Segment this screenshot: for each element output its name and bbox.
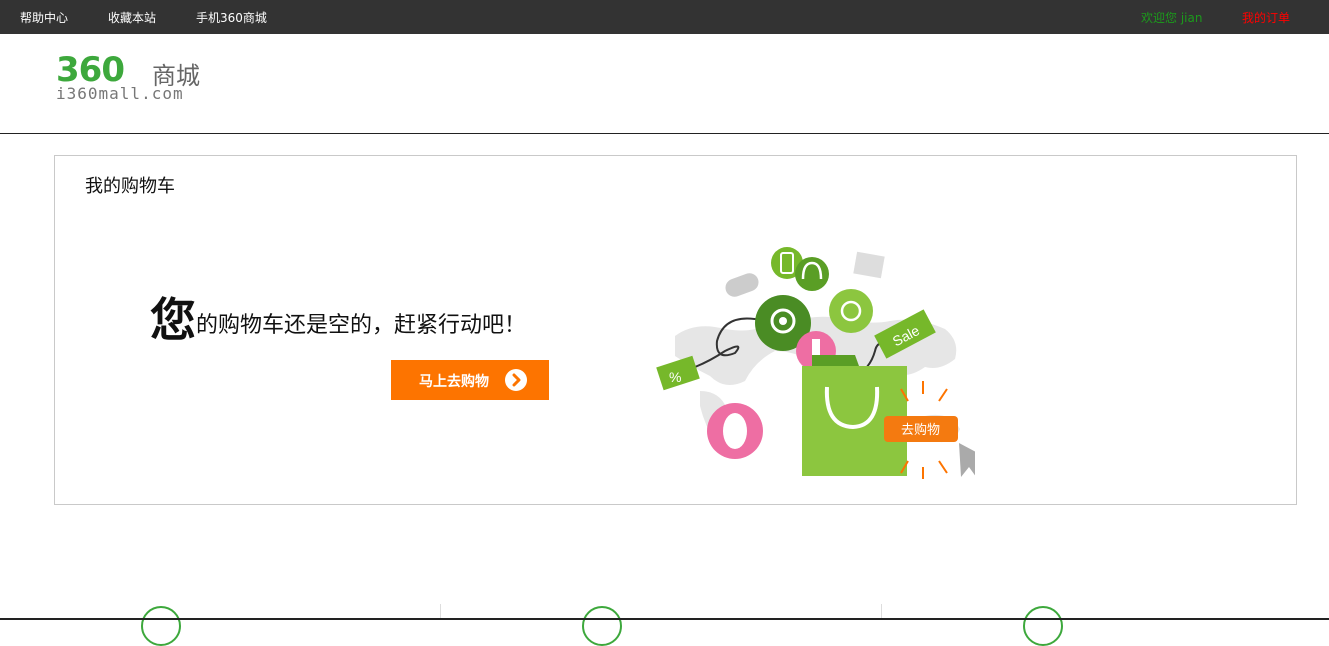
feature-divider xyxy=(881,604,882,618)
go-shopping-button[interactable]: 马上去购物 xyxy=(391,360,549,400)
feature-circle-icon xyxy=(1023,606,1063,646)
feature-divider xyxy=(440,604,441,618)
feature-circle-icon xyxy=(582,606,622,646)
shopping-bag-icon xyxy=(802,355,907,476)
site-logo[interactable]: 360 商城 i360mall.com xyxy=(56,50,216,106)
gift-icon xyxy=(853,251,885,279)
top-nav-bar: 帮助中心 收藏本站 手机360商城 欢迎您 jian 我的订单 xyxy=(0,0,1329,34)
go-shopping-label: 马上去购物 xyxy=(419,373,489,389)
percent-tag-icon: % xyxy=(656,355,700,391)
chevron-right-icon xyxy=(505,369,527,391)
watch-icon xyxy=(829,289,873,333)
empty-cart-text: 的购物车还是空的，赶紧行动吧！ xyxy=(196,313,527,338)
welcome-user-link[interactable]: 欢迎您 jian xyxy=(1141,9,1202,26)
illustration-go-shopping-button-icon: 去购物 xyxy=(884,416,958,442)
my-orders-link[interactable]: 我的订单 xyxy=(1242,9,1290,26)
logo-domain: i360mall.com xyxy=(56,84,184,103)
cart-title: 我的购物车 xyxy=(85,176,175,197)
empty-cart-message: 您的购物车还是空的，赶紧行动吧！ xyxy=(150,284,526,350)
site-header: 360 商城 i360mall.com xyxy=(0,34,1329,134)
feature-circle-icon xyxy=(141,606,181,646)
mouse-cursor-icon xyxy=(959,443,975,477)
help-center-link[interactable]: 帮助中心 xyxy=(20,9,68,26)
mouse-icon xyxy=(707,403,763,459)
gamepad-icon xyxy=(725,273,759,297)
cart-panel: 我的购物车 您的购物车还是空的，赶紧行动吧！ 马上去购物 % Sale 去购物 xyxy=(54,155,1297,505)
shopping-illustration: % Sale 去购物 xyxy=(656,247,975,479)
illustration-button-label: 去购物 xyxy=(901,422,940,437)
mobile-mall-link[interactable]: 手机360商城 xyxy=(196,9,267,26)
bookmark-site-link[interactable]: 收藏本站 xyxy=(108,9,156,26)
percent-tag-label: % xyxy=(669,369,681,385)
headphones-icon xyxy=(795,257,829,291)
empty-cart-big-char: 您 xyxy=(150,293,196,347)
